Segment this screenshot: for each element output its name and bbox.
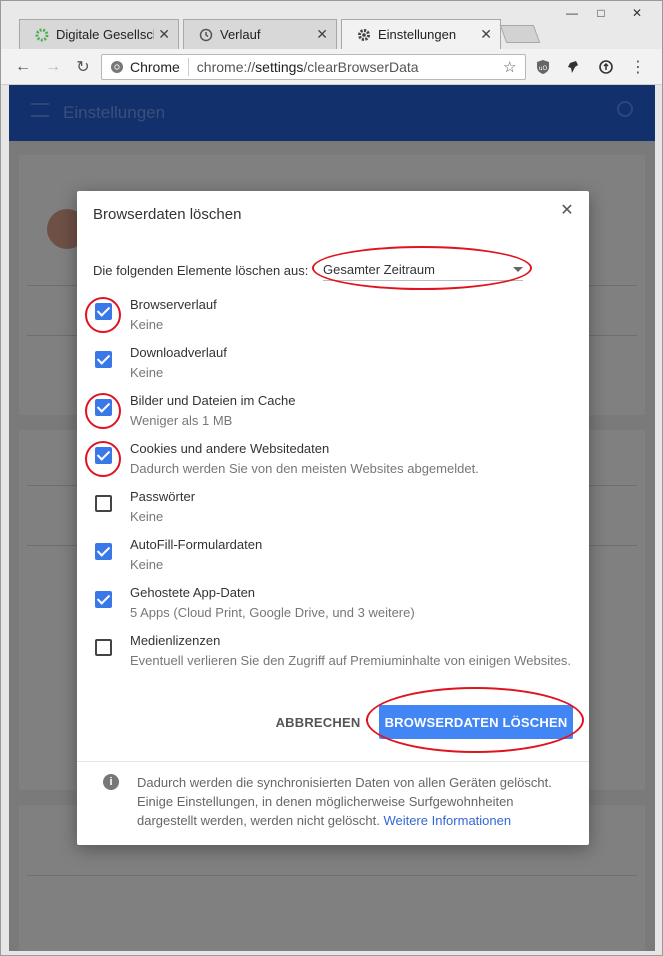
item-hosted-app-data[interactable]: Gehostete App-Daten 5 Apps (Cloud Print,… — [77, 585, 589, 633]
item-title: Bilder und Dateien im Cache — [130, 393, 296, 408]
info-text: Dadurch werden die synchronisierten Date… — [137, 773, 567, 830]
item-subtitle: Keine — [130, 557, 164, 572]
clear-browsing-data-dialog: Browserdaten löschen ✕ Die folgenden Ele… — [77, 191, 589, 845]
cancel-button[interactable]: ABBRECHEN — [273, 707, 363, 737]
browser-toolbar: ← → ↻ Chrome chrome://settings/clearBrow… — [1, 49, 662, 85]
url-path: /clearBrowserData — [303, 59, 419, 75]
address-bar[interactable]: Chrome chrome://settings/clearBrowserDat… — [101, 54, 526, 80]
extension-circle-icon[interactable] — [594, 55, 618, 79]
close-window-button[interactable]: ✕ — [616, 3, 658, 23]
item-cache[interactable]: Bilder und Dateien im Cache Weniger als … — [77, 393, 589, 441]
checkbox-checked[interactable] — [95, 351, 112, 368]
item-autofill[interactable]: AutoFill-Formulardaten Keine — [77, 537, 589, 585]
chrome-chip: Chrome — [102, 58, 189, 76]
checkbox-checked[interactable] — [95, 303, 112, 320]
item-title: Browserverlauf — [130, 297, 217, 312]
item-subtitle: Eventuell verlieren Sie den Zugriff auf … — [130, 653, 572, 668]
svg-text:uO: uO — [539, 65, 548, 72]
tab-title: Einstellungen — [378, 27, 457, 42]
time-range-label: Die folgenden Elemente löschen aus: — [93, 263, 309, 278]
tab-einstellungen[interactable]: Einstellungen ✕ — [341, 19, 501, 49]
tab-title: Digitale Gesellscha — [56, 27, 154, 42]
pin-extension-icon[interactable] — [562, 55, 586, 79]
item-title: AutoFill-Formulardaten — [130, 537, 263, 552]
item-subtitle: Dadurch werden Sie von den meisten Websi… — [130, 461, 479, 476]
item-title: Gehostete App-Daten — [130, 585, 256, 600]
title-bar: — □ ✕ Digitale Gesellscha ✕ Verlauf ✕ Ei… — [1, 1, 662, 49]
clear-browsing-data-button[interactable]: BROWSERDATEN LÖSCHEN — [379, 705, 573, 739]
checkbox-checked[interactable] — [95, 591, 112, 608]
item-cookies[interactable]: Cookies und andere Websitedaten Dadurch … — [77, 441, 589, 489]
sync-info-footer: i Dadurch werden die synchronisierten Da… — [77, 761, 589, 845]
checkbox-checked[interactable] — [95, 399, 112, 416]
url-scheme: chrome:// — [196, 59, 256, 75]
item-subtitle: Keine — [130, 365, 164, 380]
reload-icon[interactable]: ↻ — [71, 55, 95, 79]
minimize-button[interactable]: — — [558, 3, 586, 23]
more-info-link[interactable]: Weitere Informationen — [383, 813, 511, 828]
item-subtitle: Weniger als 1 MB — [130, 413, 233, 428]
bookmark-star-icon[interactable]: ☆ — [503, 58, 525, 76]
hamburger-icon[interactable] — [31, 103, 49, 117]
tab-verlauf[interactable]: Verlauf ✕ — [183, 19, 337, 49]
divider — [27, 875, 637, 876]
item-title: Passwörter — [130, 489, 196, 504]
item-title: Downloadverlauf — [130, 345, 227, 360]
chrome-logo-icon — [111, 61, 123, 73]
item-subtitle: Keine — [130, 509, 164, 524]
url-host: settings — [255, 59, 304, 75]
item-subtitle: 5 Apps (Cloud Print, Google Drive, und 3… — [130, 605, 415, 620]
forward-arrow-icon[interactable]: → — [41, 55, 65, 79]
item-media-licenses[interactable]: Medienlizenzen Eventuell verlieren Sie d… — [77, 633, 589, 681]
info-icon: i — [103, 774, 119, 790]
close-icon[interactable]: ✕ — [559, 203, 575, 219]
item-browserverlauf[interactable]: Browserverlauf Keine — [77, 297, 589, 345]
chip-label: Chrome — [130, 59, 180, 75]
menu-kebab-icon[interactable]: ⋮ — [626, 55, 650, 79]
item-passwoerter[interactable]: Passwörter Keine — [77, 489, 589, 537]
ublock-extension-icon[interactable]: uO — [531, 55, 555, 79]
history-icon — [198, 27, 214, 43]
item-title: Cookies und andere Websitedaten — [130, 441, 330, 456]
settings-header-title: Einstellungen — [63, 103, 166, 122]
tab-title: Verlauf — [220, 27, 261, 42]
search-icon[interactable] — [617, 101, 633, 117]
back-arrow-icon[interactable]: ← — [11, 55, 35, 79]
settings-gear-icon — [356, 27, 372, 43]
url-text: chrome://settings/clearBrowserData — [189, 59, 503, 75]
item-title: Medienlizenzen — [130, 633, 221, 648]
item-downloadverlauf[interactable]: Downloadverlauf Keine — [77, 345, 589, 393]
green-gear-icon — [34, 27, 50, 43]
checkbox-unchecked[interactable] — [95, 639, 112, 656]
close-tab-icon[interactable]: ✕ — [480, 26, 492, 43]
checkbox-checked[interactable] — [95, 543, 112, 560]
time-range-value: Gesamter Zeitraum — [323, 262, 435, 277]
checkbox-checked[interactable] — [95, 447, 112, 464]
browser-window: — □ ✕ Digitale Gesellscha ✕ Verlauf ✕ Ei… — [0, 0, 663, 956]
time-range-select[interactable]: Gesamter Zeitraum — [323, 257, 523, 281]
dialog-title: Browserdaten löschen — [93, 206, 242, 223]
settings-header: Einstellungen — [9, 85, 655, 141]
new-tab-button[interactable] — [499, 25, 541, 43]
checkbox-unchecked[interactable] — [95, 495, 112, 512]
maximize-button[interactable]: □ — [587, 3, 615, 23]
tab-digitale-gesellschaft[interactable]: Digitale Gesellscha ✕ — [19, 19, 179, 49]
close-tab-icon[interactable]: ✕ — [316, 26, 328, 43]
item-subtitle: Keine — [130, 317, 164, 332]
close-tab-icon[interactable]: ✕ — [158, 26, 170, 43]
dropdown-arrow-icon — [513, 267, 523, 272]
